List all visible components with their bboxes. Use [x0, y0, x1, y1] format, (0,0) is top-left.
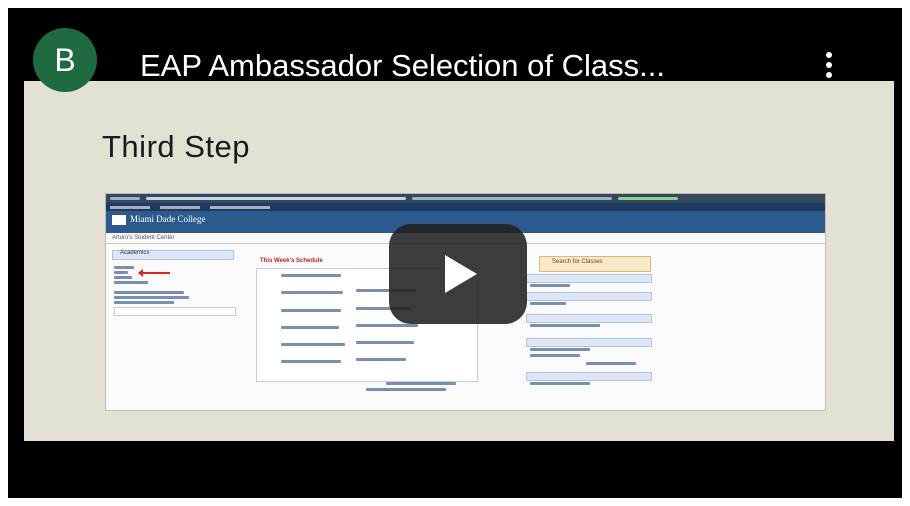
kebab-menu-icon[interactable] — [821, 50, 837, 82]
embedded-schedule-heading: This Week's Schedule — [260, 258, 323, 264]
video-player[interactable]: Third Step Miami Dade College Arturo's S… — [8, 8, 902, 498]
embedded-nav — [106, 203, 825, 211]
embedded-browser-bar — [106, 194, 825, 203]
play-icon[interactable] — [389, 224, 527, 324]
video-title[interactable]: EAP Ambassador Selection of Class... — [140, 48, 665, 84]
red-arrow-annotation — [138, 269, 170, 277]
embedded-section-label: Academics — [120, 250, 150, 256]
slide-heading: Third Step — [102, 129, 251, 164]
embedded-search-button: Search for Classes — [552, 259, 603, 265]
channel-avatar[interactable]: B — [33, 28, 97, 92]
